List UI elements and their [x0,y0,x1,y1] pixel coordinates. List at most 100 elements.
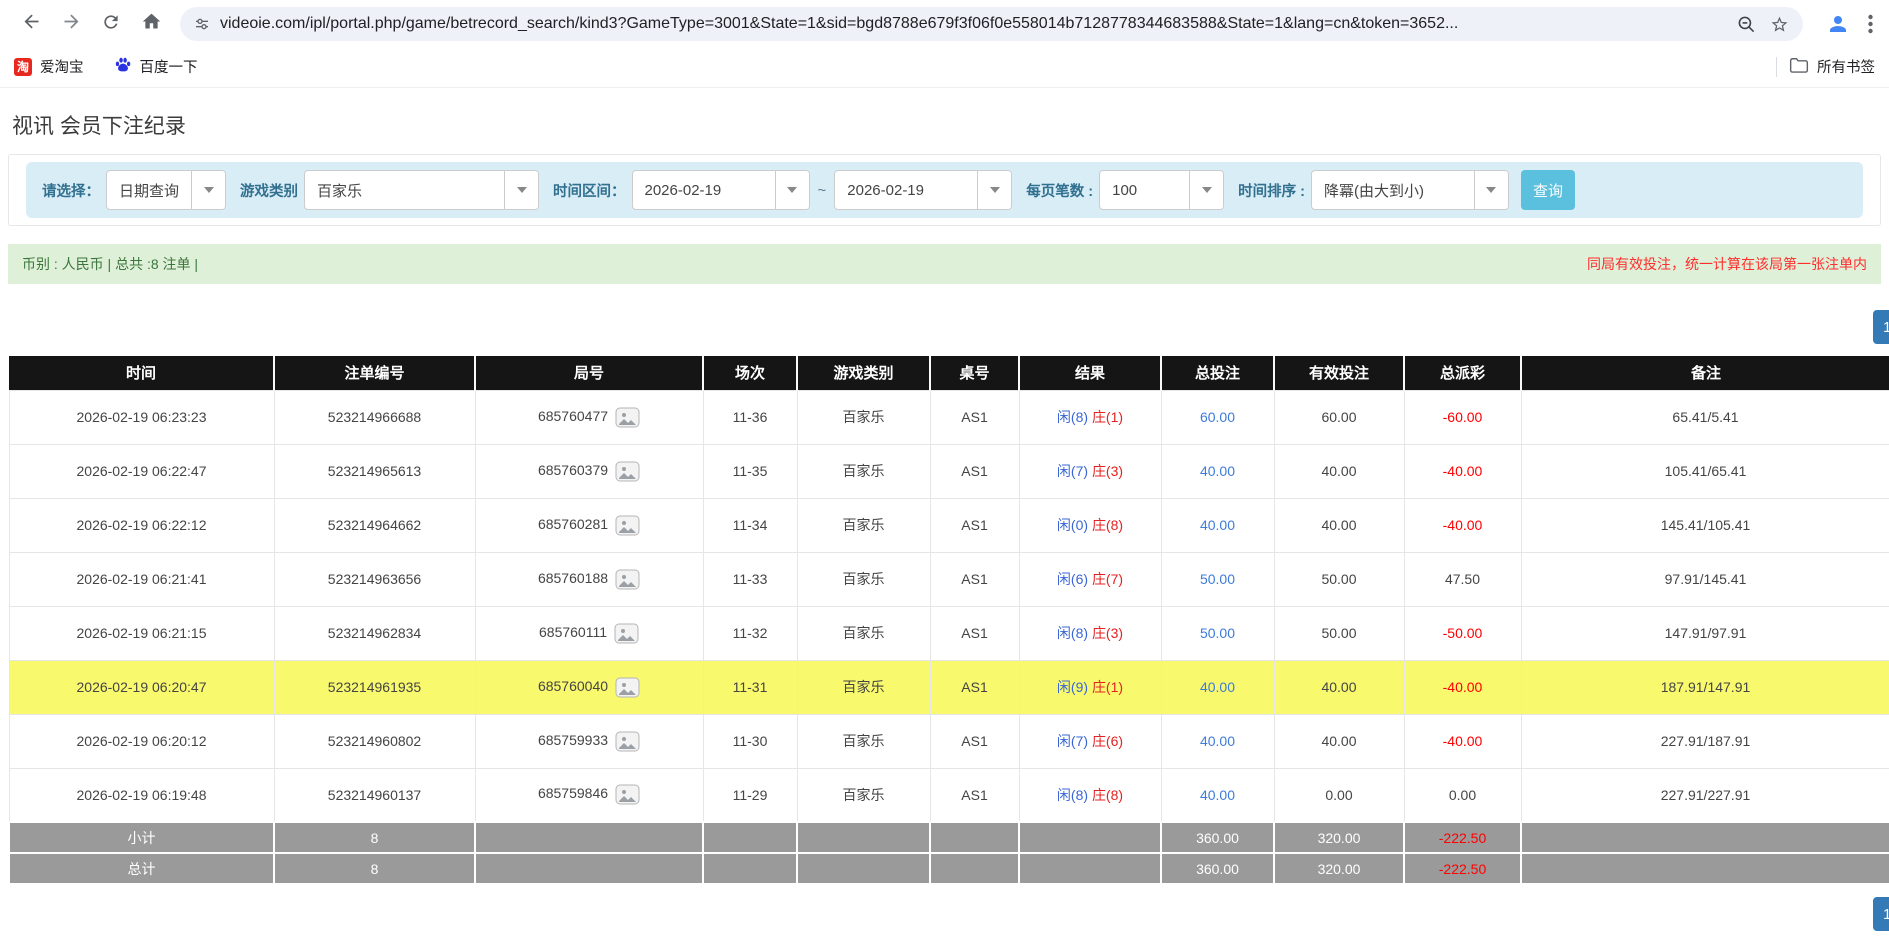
result-player: 闲(8) [1057,409,1088,425]
chevron-down-icon [775,171,809,209]
browser-toolbar: videoie.com/ipl/portal.php/game/betrecor… [0,0,1889,46]
home-icon [141,11,162,37]
round-number: 685760379 [538,462,608,478]
round-cell: 685759933 [475,714,703,768]
page-1-button[interactable]: 1 [1873,310,1889,344]
url-bar[interactable]: videoie.com/ipl/portal.php/game/betrecor… [180,7,1803,41]
total-bet-link[interactable]: 40.00 [1161,444,1274,498]
game-type: 百家乐 [797,444,930,498]
game-type: 百家乐 [797,768,930,822]
date-to-select[interactable]: 2026-02-19 [834,170,1012,210]
round-result-image-icon[interactable] [615,461,640,482]
site-info-tune-icon[interactable] [194,16,210,32]
query-type-select[interactable]: 日期查询 [106,170,226,210]
result-player: 闲(6) [1057,571,1088,587]
url-text: videoie.com/ipl/portal.php/game/betrecor… [220,15,1458,33]
table-number: AS1 [930,444,1019,498]
date-from-select[interactable]: 2026-02-19 [632,170,810,210]
result-player: 闲(8) [1057,625,1088,641]
col-round: 局号 [475,356,703,390]
col-valid-bet: 有效投注 [1274,356,1404,390]
subtotal-count: 8 [274,822,475,853]
result-banker: 庄(3) [1092,625,1123,641]
round-result-image-icon[interactable] [615,731,640,752]
chevron-down-icon [191,171,225,209]
round-result-image-icon[interactable] [615,784,640,805]
query-type-label: 请选择： [42,180,100,201]
round-result-image-icon[interactable] [615,515,640,536]
round-result-image-icon[interactable] [614,623,639,644]
table-row: 2026-02-19 06:22:12523214964662685760281… [9,498,1889,552]
bet-id: 523214964662 [274,498,475,552]
remark: 65.41/5.41 [1521,390,1889,444]
table-number: AS1 [930,552,1019,606]
game-type: 百家乐 [797,552,930,606]
search-button[interactable]: 查询 [1521,170,1575,210]
round-number: 685760111 [539,624,607,640]
profile-avatar-icon[interactable] [1825,11,1851,37]
round-number: 685760477 [538,408,608,424]
round-result-image-icon[interactable] [615,677,640,698]
round-cell: 685759846 [475,768,703,822]
col-total-bet: 总投注 [1161,356,1274,390]
bookmarks-bar: 淘 爱淘宝 百度一下 所有书签 [0,46,1889,88]
game-type-label: 游戏类别 [240,180,298,201]
payout: 47.50 [1404,552,1521,606]
result-player: 闲(8) [1057,787,1088,803]
chevron-down-icon [1189,171,1223,209]
back-button[interactable] [14,7,48,41]
table-number: AS1 [930,390,1019,444]
payout: -60.00 [1404,390,1521,444]
col-remark: 备注 [1521,356,1889,390]
bet-time: 2026-02-19 06:21:41 [9,552,274,606]
remark: 147.91/97.91 [1521,606,1889,660]
total-bet-link[interactable]: 40.00 [1161,714,1274,768]
total-bet-link[interactable]: 50.00 [1161,552,1274,606]
session: 11-29 [703,768,797,822]
page-1-button-bottom[interactable]: 1 [1873,897,1889,931]
total-bet-link[interactable]: 40.00 [1161,768,1274,822]
bookmark-item-baidu[interactable]: 百度一下 [114,56,198,78]
subtotal-payout: -222.50 [1404,822,1521,853]
home-button[interactable] [134,7,168,41]
per-page-select[interactable]: 100 [1099,170,1224,210]
col-time: 时间 [9,356,274,390]
bookmark-item-taobao[interactable]: 淘 爱淘宝 [14,56,84,77]
filter-panel: 请选择： 日期查询 游戏类别 百家乐 时间区间： 2026-02-19 ~ 20… [8,154,1881,226]
game-type: 百家乐 [797,498,930,552]
valid-bet: 50.00 [1274,552,1404,606]
bet-id: 523214961935 [274,660,475,714]
remark: 145.41/105.41 [1521,498,1889,552]
total-bet-link[interactable]: 40.00 [1161,498,1274,552]
result-banker: 庄(1) [1092,679,1123,695]
total-bet-link[interactable]: 40.00 [1161,660,1274,714]
remark: 105.41/65.41 [1521,444,1889,498]
valid-bet: 60.00 [1274,390,1404,444]
valid-bet: 40.00 [1274,714,1404,768]
total-bet-link[interactable]: 60.00 [1161,390,1274,444]
reload-button[interactable] [94,7,128,41]
session: 11-32 [703,606,797,660]
remark: 227.91/187.91 [1521,714,1889,768]
all-bookmarks-button[interactable]: 所有书签 [1789,56,1875,78]
forward-button[interactable] [54,7,88,41]
payout: -40.00 [1404,660,1521,714]
subtotal-label: 小计 [9,822,274,853]
browser-menu-icon[interactable] [1861,14,1879,34]
remark: 97.91/145.41 [1521,552,1889,606]
result-banker: 庄(1) [1092,409,1123,425]
result-cell: 闲(7) 庄(3) [1019,444,1161,498]
game-type: 百家乐 [797,390,930,444]
game-type-select[interactable]: 百家乐 [304,170,539,210]
payout: 0.00 [1404,768,1521,822]
col-session: 场次 [703,356,797,390]
bet-id: 523214966688 [274,390,475,444]
game-type: 百家乐 [797,660,930,714]
total-bet-link[interactable]: 50.00 [1161,606,1274,660]
round-number: 685760040 [538,678,608,694]
bookmark-star-icon[interactable] [1770,15,1789,34]
sort-order-select[interactable]: 降冪(由大到小) [1311,170,1509,210]
zoom-out-icon[interactable] [1737,15,1756,34]
round-result-image-icon[interactable] [615,569,640,590]
round-result-image-icon[interactable] [615,407,640,428]
